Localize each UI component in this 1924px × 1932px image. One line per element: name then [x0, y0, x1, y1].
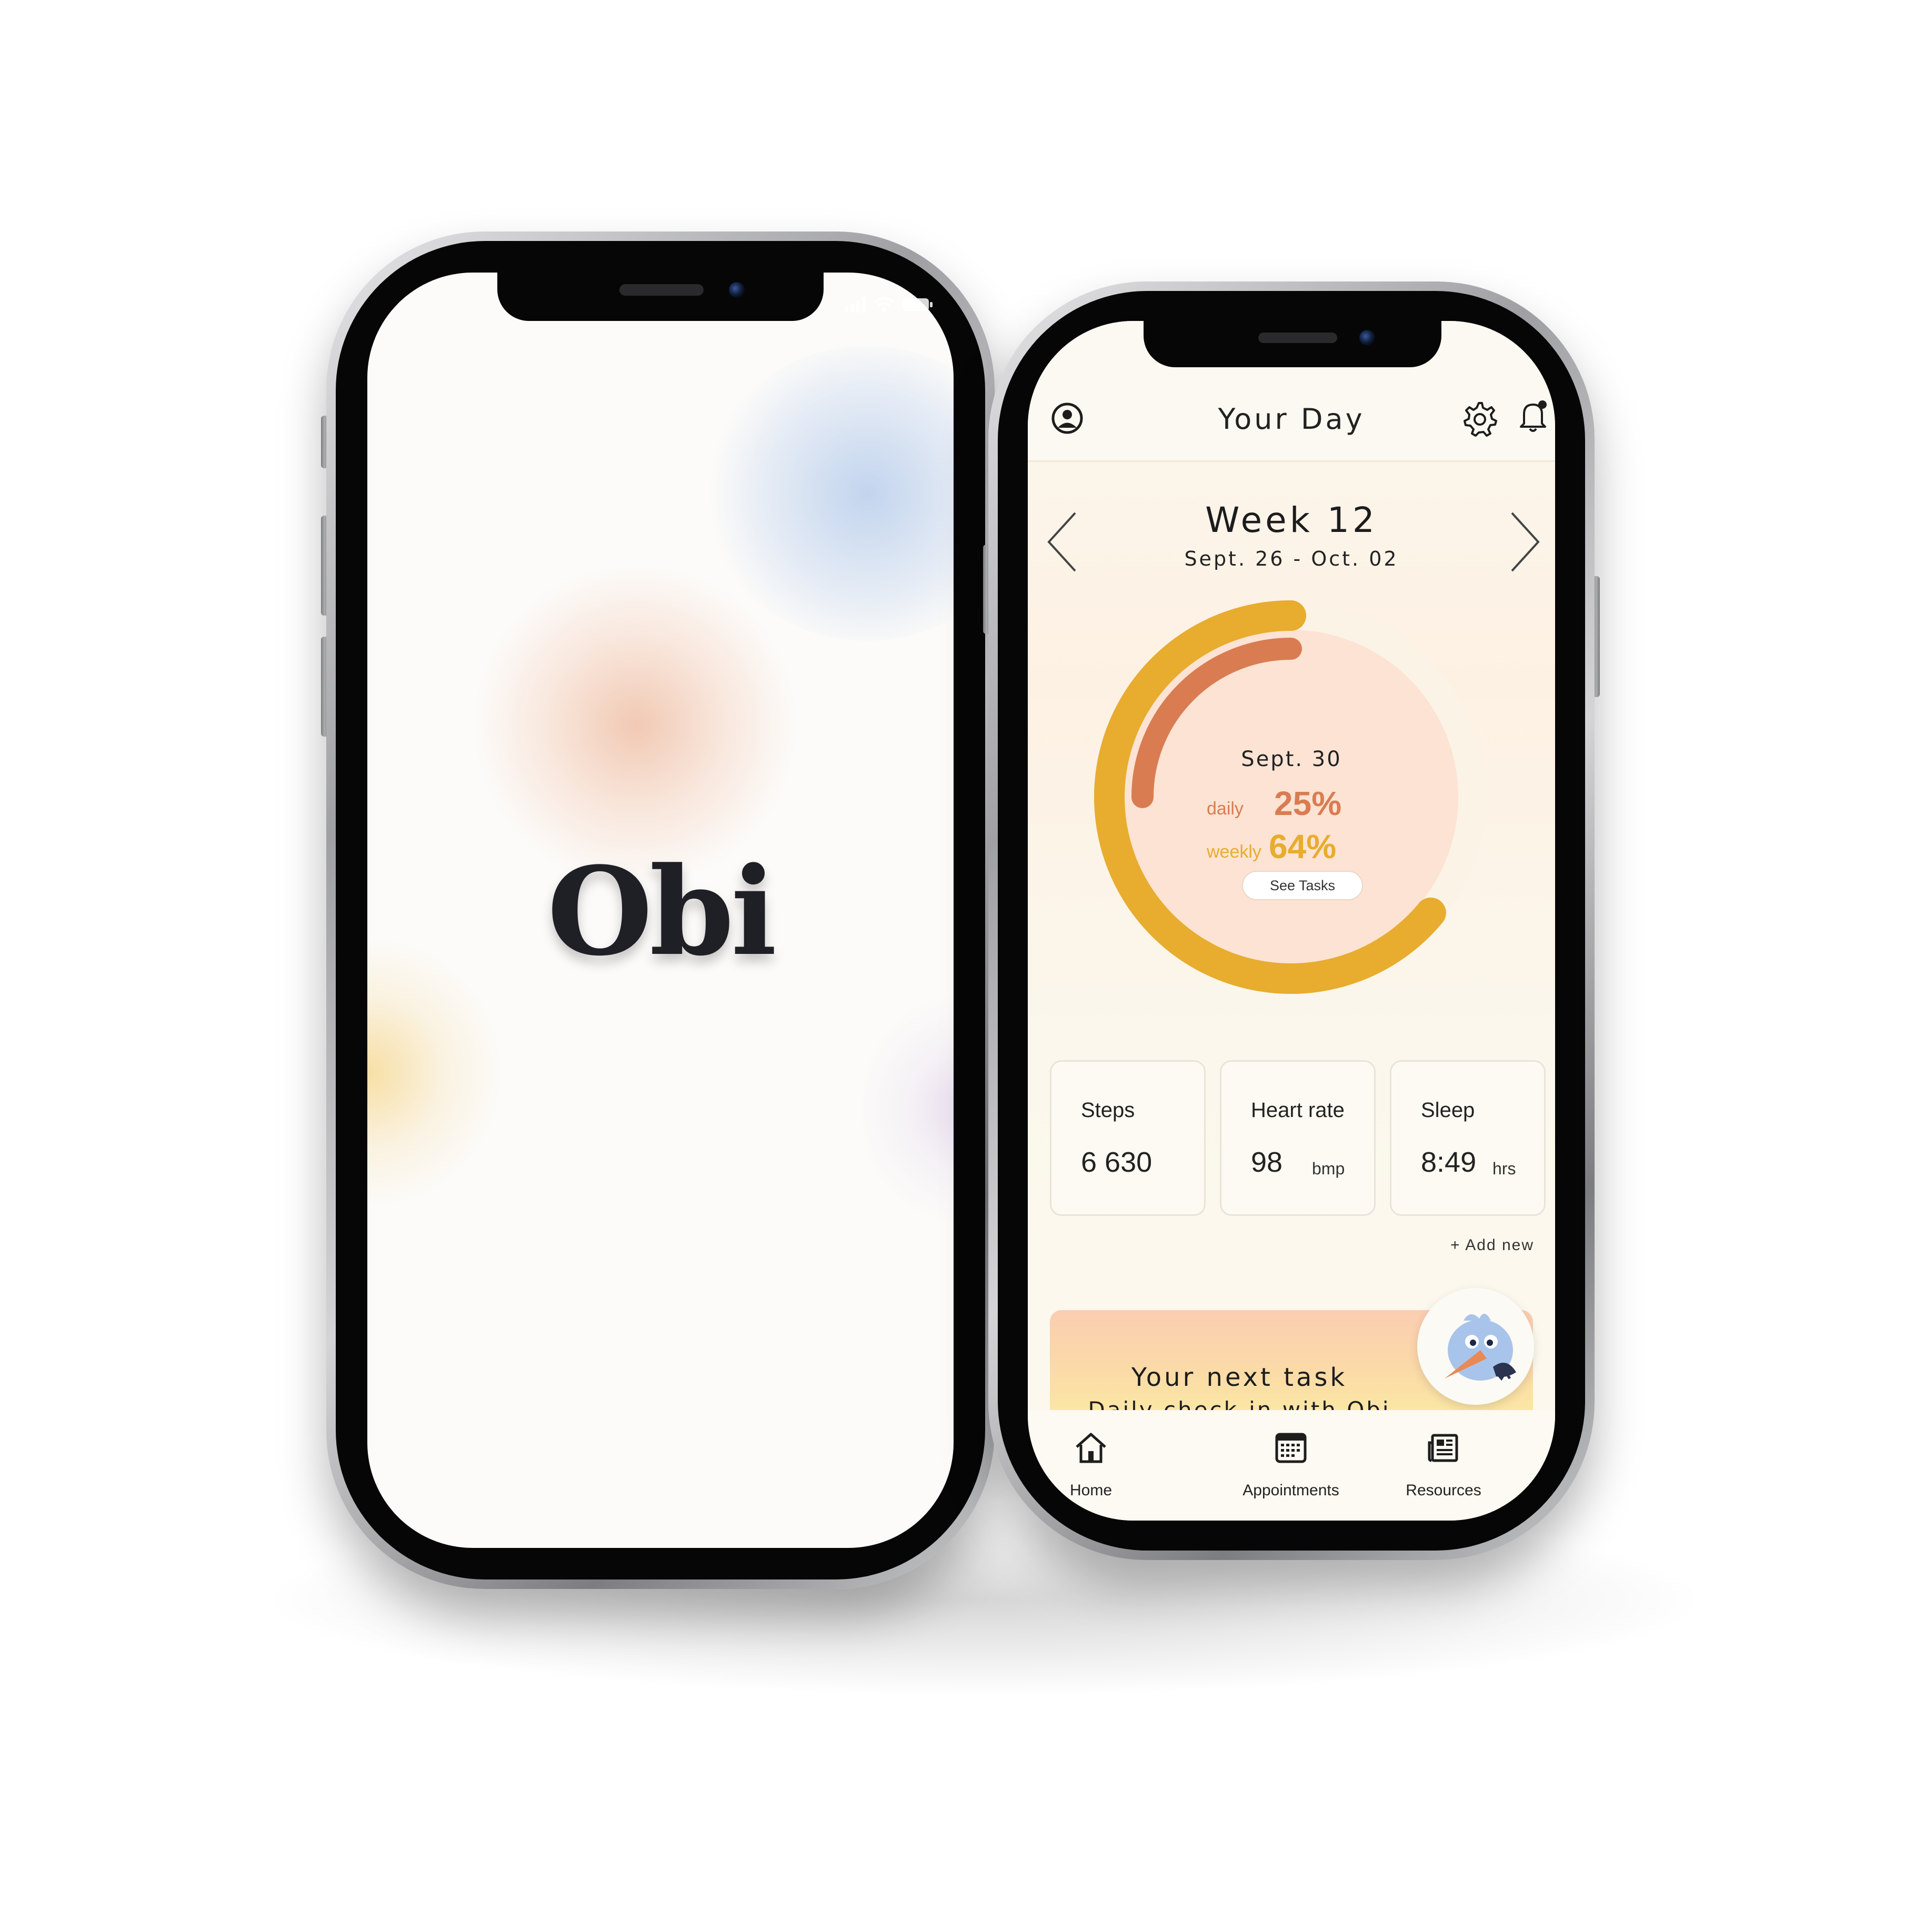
week-title: Week 12: [1205, 500, 1378, 540]
mascot-badge[interactable]: [1417, 1288, 1534, 1405]
calendar-icon: [1275, 1433, 1307, 1463]
blue-blob: [704, 346, 954, 641]
weekly-percent: 64%: [1269, 828, 1337, 866]
daily-percent: 25%: [1274, 784, 1342, 822]
nav-resources[interactable]: Resources: [1375, 1431, 1512, 1500]
steps-card[interactable]: Steps 6 630: [1050, 1060, 1206, 1216]
chevron-right-icon[interactable]: [1504, 508, 1546, 576]
status-icons: [845, 294, 934, 319]
phone-splash: Obi: [321, 232, 995, 1589]
daily-label: daily: [1207, 799, 1244, 819]
front-camera: [729, 282, 745, 298]
gear-icon[interactable]: [1460, 400, 1497, 437]
peach-blob: [467, 567, 804, 883]
lavender-blob: [862, 983, 954, 1235]
newspaper-icon: [1428, 1434, 1458, 1462]
obi-logo: Obi: [547, 841, 777, 983]
progress-date: Sept. 30: [1241, 747, 1342, 771]
bell-icon[interactable]: [1515, 397, 1551, 434]
stat-value: 8:49: [1421, 1146, 1477, 1178]
front-camera: [1359, 330, 1375, 346]
nav-label: Appointments: [1242, 1482, 1339, 1499]
stat-value: 6 630: [1081, 1146, 1153, 1178]
nav-home[interactable]: Home: [1028, 1431, 1159, 1500]
sleep-card[interactable]: Sleep 8:49 hrs: [1390, 1060, 1546, 1216]
home-icon: [1076, 1433, 1106, 1463]
heart-rate-card[interactable]: Heart rate 98 bmp: [1220, 1060, 1376, 1216]
stat-label: Heart rate: [1251, 1099, 1345, 1122]
notch: [497, 273, 824, 321]
next-task-link[interactable]: Daily check-in with Obi: [1050, 1397, 1429, 1410]
next-task-heading: Your next task: [1131, 1363, 1348, 1392]
bottom-nav: Home Appointments Resources: [1028, 1410, 1555, 1521]
nav-appointments[interactable]: Appointments: [1222, 1431, 1359, 1500]
nav-label: Home: [1069, 1482, 1113, 1499]
splash-screen: Obi: [367, 273, 954, 1548]
dashboard-screen: Your Day Week 12 Sept. 26 - Oct. 02 Sept…: [1028, 321, 1555, 1521]
bird-mascot-icon: [1445, 1313, 1516, 1381]
speaker-grille: [619, 284, 704, 296]
signal-wifi-battery-icon: [845, 297, 933, 313]
stat-label: Steps: [1081, 1099, 1135, 1122]
nav-label: Resources: [1406, 1482, 1481, 1499]
notch: [1144, 321, 1441, 367]
see-tasks-button[interactable]: See Tasks: [1242, 871, 1363, 900]
weekly-label: weekly: [1207, 842, 1261, 862]
add-new-button[interactable]: + Add new: [1450, 1236, 1534, 1254]
stat-unit: bmp: [1312, 1159, 1345, 1178]
speaker-grille: [1258, 333, 1337, 343]
stat-unit: hrs: [1492, 1159, 1516, 1178]
stat-value: 98: [1251, 1146, 1283, 1178]
phone-dashboard: Your Day Week 12 Sept. 26 - Oct. 02 Sept…: [983, 281, 1600, 1560]
stat-label: Sleep: [1421, 1099, 1475, 1122]
week-range: Sept. 26 - Oct. 02: [1184, 547, 1399, 570]
